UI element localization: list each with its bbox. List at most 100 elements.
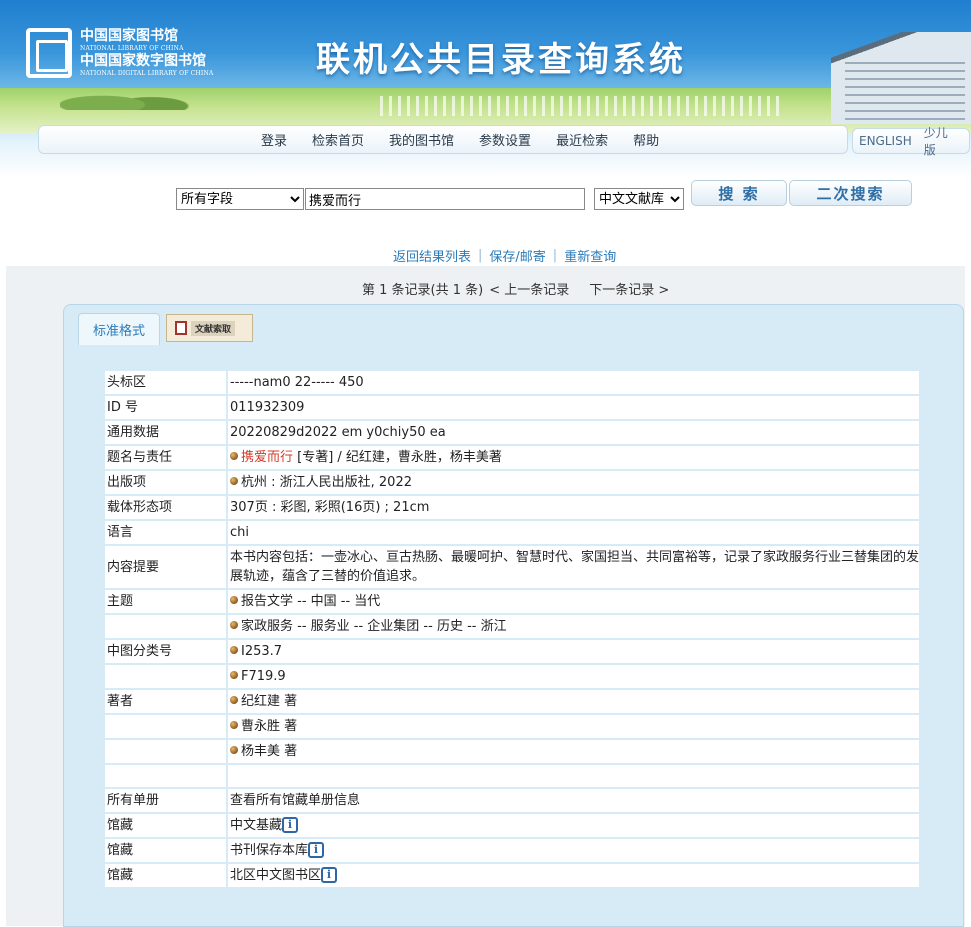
row-value: 杨丰美 著 bbox=[227, 739, 919, 765]
table-row: 馆藏 书刊保存本库 i bbox=[105, 838, 919, 864]
table-row: F719.9 bbox=[105, 664, 919, 690]
author-link[interactable]: 曹永胜 著 bbox=[241, 719, 297, 734]
library-logo-text[interactable]: 中国国家图书馆 NATIONAL LIBRARY OF CHINA 中国国家数字… bbox=[80, 28, 213, 78]
table-row: 曹永胜 著 bbox=[105, 714, 919, 740]
row-label: 题名与责任 bbox=[105, 445, 228, 471]
bullet-icon bbox=[230, 696, 238, 704]
nav-login[interactable]: 登录 bbox=[261, 130, 287, 149]
table-row: 内容提要 本书内容包括：一壶冰心、亘古热肠、最暖呵护、智慧时代、家国担当、共同富… bbox=[105, 545, 919, 590]
library-building-lines bbox=[845, 60, 965, 120]
bullet-icon bbox=[230, 646, 238, 654]
row-value: chi bbox=[227, 520, 919, 546]
row-label bbox=[105, 714, 228, 740]
table-row: 著者 纪红建 著 bbox=[105, 689, 919, 715]
new-search-link[interactable]: 重新查询 bbox=[564, 246, 616, 265]
all-items-link[interactable]: 查看所有馆藏单册信息 bbox=[230, 793, 360, 808]
holding-location: 中文基藏 bbox=[230, 818, 283, 833]
row-label: 出版项 bbox=[105, 470, 228, 496]
table-row bbox=[105, 764, 919, 789]
nav-recent-searches[interactable]: 最近检索 bbox=[556, 130, 608, 149]
table-row: 载体形态项 307页 : 彩图, 彩照(16页) ; 21cm bbox=[105, 495, 919, 521]
responsibility-text: [专著] / 纪红建，曹永胜，杨丰美著 bbox=[293, 450, 502, 465]
nav-search-home[interactable]: 检索首页 bbox=[312, 130, 364, 149]
lang-children-link[interactable]: 少儿版 bbox=[924, 124, 957, 158]
row-label bbox=[105, 764, 228, 789]
row-label: 馆藏 bbox=[105, 863, 228, 889]
logo-cn-line1: 中国国家图书馆 bbox=[80, 28, 178, 44]
row-value: F719.9 bbox=[227, 664, 919, 690]
table-row: 所有单册 查看所有馆藏单册信息 bbox=[105, 788, 919, 814]
table-row: 主题 报告文学 -- 中国 -- 当代 bbox=[105, 589, 919, 615]
author-link[interactable]: 杨丰美 著 bbox=[241, 744, 297, 759]
row-value: 中文基藏 i bbox=[227, 813, 919, 839]
row-label: 头标区 bbox=[105, 371, 228, 396]
document-icon bbox=[175, 321, 187, 335]
bullet-icon bbox=[230, 596, 238, 604]
record-table: 头标区 -----nam0 22----- 450 ID 号 011932309… bbox=[105, 371, 919, 889]
nav-settings[interactable]: 参数设置 bbox=[479, 130, 531, 149]
language-bar: ENGLISH 少儿版 bbox=[852, 126, 970, 157]
search-button[interactable]: 搜 索 bbox=[691, 180, 787, 206]
tab-standard-format[interactable]: 标准格式 bbox=[78, 313, 160, 345]
info-icon[interactable]: i bbox=[321, 867, 338, 883]
info-icon[interactable]: i bbox=[282, 817, 299, 833]
holding-location: 书刊保存本库 bbox=[230, 843, 309, 858]
row-value: 书刊保存本库 i bbox=[227, 838, 919, 864]
nav-my-library[interactable]: 我的图书馆 bbox=[389, 130, 454, 149]
row-value: 20220829d2022 em y0chiy50 ea bbox=[227, 420, 919, 446]
site-title: 联机公共目录查询系统 bbox=[316, 40, 686, 80]
row-label: 馆藏 bbox=[105, 813, 228, 839]
row-value: 307页 : 彩图, 彩照(16页) ; 21cm bbox=[227, 495, 919, 521]
table-row: 中图分类号 I253.7 bbox=[105, 639, 919, 665]
site-header: 中国国家图书馆 NATIONAL LIBRARY OF CHINA 中国国家数字… bbox=[0, 0, 971, 178]
row-label: 中图分类号 bbox=[105, 639, 228, 665]
separator: | bbox=[478, 248, 483, 263]
author-link[interactable]: 纪红建 著 bbox=[241, 694, 297, 709]
classification-link[interactable]: F719.9 bbox=[241, 669, 286, 684]
row-label: 所有单册 bbox=[105, 788, 228, 814]
next-record-link[interactable]: 下一条记录 > bbox=[589, 279, 669, 298]
header-trees-decoration bbox=[60, 84, 200, 110]
database-select[interactable]: 中文文献库 bbox=[594, 188, 684, 210]
row-value: 曹永胜 著 bbox=[227, 714, 919, 740]
table-row: ID 号 011932309 bbox=[105, 395, 919, 421]
back-to-results-link[interactable]: 返回结果列表 bbox=[393, 246, 471, 265]
prev-record-link[interactable]: < 上一条记录 bbox=[489, 279, 569, 298]
row-value: 家政服务 -- 服务业 -- 企业集团 -- 历史 -- 浙江 bbox=[227, 614, 919, 640]
table-row: 馆藏 北区中文图书区 i bbox=[105, 863, 919, 889]
row-label: 载体形态项 bbox=[105, 495, 228, 521]
row-value: 纪红建 著 bbox=[227, 689, 919, 715]
logo-en-line1: NATIONAL LIBRARY OF CHINA bbox=[80, 45, 184, 52]
library-logo-icon[interactable] bbox=[26, 28, 72, 78]
logo-en-line2: NATIONAL DIGITAL LIBRARY OF CHINA bbox=[80, 70, 214, 77]
subject-link[interactable]: 家政服务 -- 服务业 -- 企业集团 -- 历史 -- 浙江 bbox=[241, 619, 507, 634]
row-label: 主题 bbox=[105, 589, 228, 615]
secondary-search-button[interactable]: 二次搜索 bbox=[789, 180, 912, 206]
result-actions: 返回结果列表 | 保存/邮寄 | 重新查询 bbox=[393, 246, 616, 265]
header-skyline-decoration bbox=[380, 96, 780, 116]
search-field-select[interactable]: 所有字段 bbox=[176, 188, 304, 210]
table-row: 家政服务 -- 服务业 -- 企业集团 -- 历史 -- 浙江 bbox=[105, 614, 919, 640]
lang-english-link[interactable]: ENGLISH bbox=[859, 134, 912, 148]
save-email-link[interactable]: 保存/邮寄 bbox=[489, 246, 545, 265]
row-value: 查看所有馆藏单册信息 bbox=[227, 788, 919, 814]
row-label: 著者 bbox=[105, 689, 228, 715]
nav-help[interactable]: 帮助 bbox=[633, 130, 659, 149]
table-row: 语言 chi bbox=[105, 520, 919, 546]
row-value: -----nam0 22----- 450 bbox=[227, 371, 919, 396]
row-value: 杭州 : 浙江人民出版社, 2022 bbox=[227, 470, 919, 496]
info-icon[interactable]: i bbox=[308, 842, 325, 858]
bullet-icon bbox=[230, 746, 238, 754]
row-value: 携爱而行 [专著] / 纪红建，曹永胜，杨丰美著 bbox=[227, 445, 919, 471]
table-row: 头标区 -----nam0 22----- 450 bbox=[105, 371, 919, 396]
title-link[interactable]: 携爱而行 bbox=[241, 450, 293, 465]
bullet-icon bbox=[230, 477, 238, 485]
subject-link[interactable]: 报告文学 -- 中国 -- 当代 bbox=[241, 594, 380, 609]
search-input[interactable] bbox=[305, 188, 585, 210]
tab-document-fetch[interactable]: 文献索取 bbox=[166, 314, 253, 342]
publisher-link[interactable]: 杭州 : 浙江人民出版社, 2022 bbox=[241, 475, 412, 490]
classification-link[interactable]: I253.7 bbox=[241, 644, 282, 659]
row-value: 报告文学 -- 中国 -- 当代 bbox=[227, 589, 919, 615]
separator: | bbox=[552, 248, 558, 263]
row-label: 内容提要 bbox=[105, 545, 228, 590]
